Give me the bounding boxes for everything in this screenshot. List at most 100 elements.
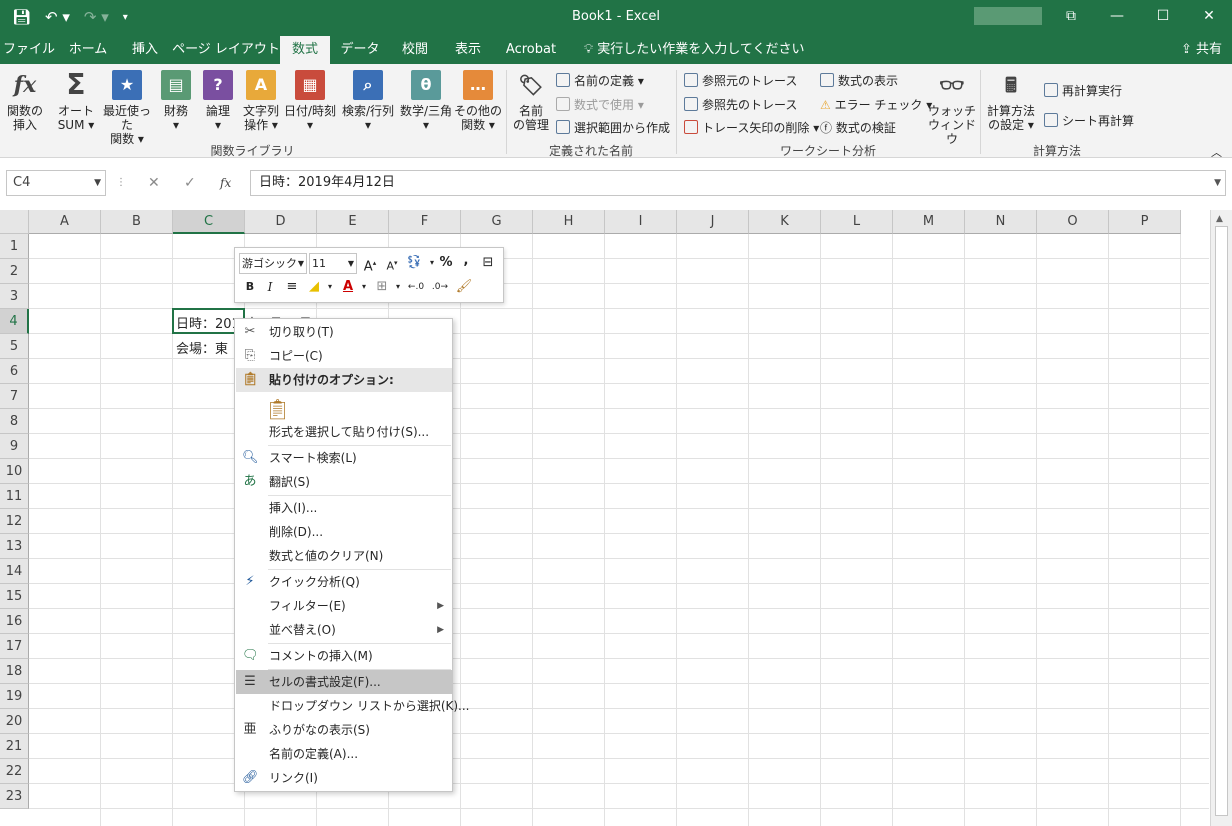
tab-formulas[interactable]: 数式 <box>280 36 330 64</box>
row-header-3[interactable]: 3 <box>0 284 29 309</box>
use-in-formula-button[interactable]: 数式で使用 ▾ <box>556 96 644 113</box>
enter-icon[interactable]: ✓ <box>184 170 196 196</box>
error-checking-button[interactable]: ⚠︎ エラー チェック ▾ <box>820 96 932 113</box>
column-header-h[interactable]: H <box>533 210 605 234</box>
more-functions-button[interactable]: … その他の 関数 ▾ <box>454 70 502 132</box>
autosum-button[interactable]: Σ オート SUM ▾ <box>54 70 98 133</box>
vertical-scrollbar[interactable]: ▲ <box>1210 210 1232 826</box>
row-header-8[interactable]: 8 <box>0 409 29 434</box>
column-header-l[interactable]: L <box>821 210 893 234</box>
column-header-o[interactable]: O <box>1037 210 1109 234</box>
insert-function-button[interactable]: fx 関数の 挿入 <box>4 70 46 132</box>
row-header-11[interactable]: 11 <box>0 484 29 509</box>
row-header-18[interactable]: 18 <box>0 659 29 684</box>
row-header-13[interactable]: 13 <box>0 534 29 559</box>
chevron-down-icon[interactable]: ▾ <box>355 278 373 296</box>
lookup-reference-button[interactable]: ⌕ 検索/行列 ▾ <box>340 70 396 132</box>
row-header-2[interactable]: 2 <box>0 259 29 284</box>
text-functions-button[interactable]: A 文字列 操作 ▾ <box>240 70 282 132</box>
decrease-font-icon[interactable]: A▾ <box>383 254 401 276</box>
expand-formula-icon[interactable]: ▼ <box>1214 171 1221 195</box>
comma-style-icon[interactable]: , <box>457 252 475 270</box>
percent-style-icon[interactable]: % <box>437 254 455 272</box>
tab-review[interactable]: 校閲 <box>390 36 440 64</box>
decrease-decimal-icon[interactable]: .0→ <box>431 278 449 296</box>
name-manager-button[interactable]: 🏷︎ 名前 の管理 <box>510 70 552 132</box>
recently-used-button[interactable]: ★ 最近使った 関数 ▾ <box>98 70 156 146</box>
tab-insert[interactable]: 挿入 <box>118 36 172 64</box>
menu-sort[interactable]: 並べ替え(O) ▶ <box>236 618 452 642</box>
tab-acrobat[interactable]: Acrobat <box>496 36 566 64</box>
increase-font-icon[interactable]: A▴ <box>361 254 379 276</box>
calculate-sheet-button[interactable]: シート再計算 <box>1044 112 1134 129</box>
row-header-7[interactable]: 7 <box>0 384 29 409</box>
menu-copy[interactable]: ⎘ コピー(C) <box>236 344 452 368</box>
column-header-f[interactable]: F <box>389 210 461 234</box>
row-header-4[interactable]: 4 <box>0 309 29 334</box>
name-box[interactable]: C4 ▼ <box>6 170 106 196</box>
create-from-selection-button[interactable]: 選択範囲から作成 <box>556 119 670 136</box>
menu-pick-from-dropdown[interactable]: ドロップダウン リストから選択(K)... <box>236 694 470 718</box>
menu-format-cells[interactable]: ☰ セルの書式設定(F)... <box>236 670 452 694</box>
row-header-6[interactable]: 6 <box>0 359 29 384</box>
font-size-select[interactable]: 11 ▼ <box>309 253 357 274</box>
menu-translate[interactable]: あ翻訳(S) <box>236 470 452 494</box>
select-all-button[interactable] <box>0 210 29 234</box>
ribbon-display-options-icon[interactable]: ⧉ <box>1048 0 1094 32</box>
column-header-g[interactable]: G <box>461 210 533 234</box>
row-header-12[interactable]: 12 <box>0 509 29 534</box>
font-name-select[interactable]: 游ゴシック ▼ <box>239 253 307 274</box>
italic-icon[interactable]: I <box>261 278 279 296</box>
paste-option-icon[interactable]: 📋︎ <box>265 397 290 421</box>
column-header-i[interactable]: I <box>605 210 677 234</box>
share-button[interactable]: ⇪ 共有 <box>1181 36 1222 64</box>
row-header-22[interactable]: 22 <box>0 759 29 784</box>
row-header-16[interactable]: 16 <box>0 609 29 634</box>
tab-page-layout[interactable]: ページ レイアウト <box>172 36 280 64</box>
format-painter-icon[interactable]: 🖌︎ <box>455 278 473 296</box>
column-header-n[interactable]: N <box>965 210 1037 234</box>
date-time-button[interactable]: ▦ 日付/時刻 ▾ <box>282 70 338 132</box>
row-header-17[interactable]: 17 <box>0 634 29 659</box>
menu-paste-special[interactable]: 形式を選択して貼り付け(S)... <box>236 420 452 444</box>
trace-dependents-button[interactable]: 参照先のトレース <box>684 96 797 113</box>
row-header-9[interactable]: 9 <box>0 434 29 459</box>
column-header-p[interactable]: P <box>1109 210 1181 234</box>
column-header-j[interactable]: J <box>677 210 749 234</box>
scroll-up-icon[interactable]: ▲ <box>1216 214 1223 224</box>
menu-show-phonetic[interactable]: 亜ふりがなの表示(S) <box>236 718 452 742</box>
menu-insert-comment[interactable]: 🗨︎ コメントの挿入(M) <box>236 644 452 668</box>
column-header-c[interactable]: C <box>173 210 245 234</box>
menu-insert[interactable]: 挿入(I)... <box>236 496 452 520</box>
watch-window-button[interactable]: 👓︎ ウォッチ ウィンドウ <box>928 70 976 146</box>
tell-me-search[interactable]: 💡︎ 実行したい作業を入力してください <box>584 36 804 64</box>
show-formulas-button[interactable]: 数式の表示 <box>820 72 898 89</box>
row-header-1[interactable]: 1 <box>0 234 29 259</box>
column-header-a[interactable]: A <box>29 210 101 234</box>
menu-define-name[interactable]: 名前の定義(A)... <box>236 742 452 766</box>
math-trig-button[interactable]: θ 数学/三角 ▾ <box>398 70 454 132</box>
evaluate-formula-button[interactable]: ⓕ 数式の検証 <box>820 119 896 136</box>
menu-filter[interactable]: フィルター(E) ▶ <box>236 594 452 618</box>
maximize-button[interactable]: ☐ <box>1140 0 1186 32</box>
remove-arrows-button[interactable]: トレース矢印の削除 ▾ <box>684 119 819 136</box>
menu-link[interactable]: 🔗︎ リンク(I) <box>236 766 452 790</box>
chevron-down-icon[interactable]: ▾ <box>321 278 339 296</box>
menu-cut[interactable]: ✂ 切り取り(T) <box>236 320 452 344</box>
worksheet-grid[interactable]: ABCDEFGHIJKLMNOP 1 2 3 4 5 6 7 8 9 10 11 12 13 14 15 16… <box>0 210 1232 826</box>
calculate-now-button[interactable]: 再計算実行 <box>1044 82 1122 99</box>
insert-function-icon[interactable]: fx <box>220 170 231 196</box>
row-header-23[interactable]: 23 <box>0 784 29 809</box>
cancel-icon[interactable]: ✕ <box>148 170 160 196</box>
menu-quick-analysis[interactable]: ⚡︎ クイック分析(Q) <box>236 570 452 594</box>
tab-home[interactable]: ホーム <box>58 36 118 64</box>
row-header-14[interactable]: 14 <box>0 559 29 584</box>
tab-view[interactable]: 表示 <box>440 36 496 64</box>
tab-data[interactable]: データ <box>330 36 390 64</box>
trace-precedents-button[interactable]: 参照元のトレース <box>684 72 797 89</box>
menu-delete[interactable]: 削除(D)... <box>236 520 452 544</box>
cell-c5[interactable]: 会場：東 <box>176 338 228 357</box>
close-button[interactable]: ✕ <box>1186 0 1232 32</box>
define-name-button[interactable]: 名前の定義 ▾ <box>556 72 644 89</box>
scrollbar-thumb[interactable] <box>1215 226 1228 816</box>
